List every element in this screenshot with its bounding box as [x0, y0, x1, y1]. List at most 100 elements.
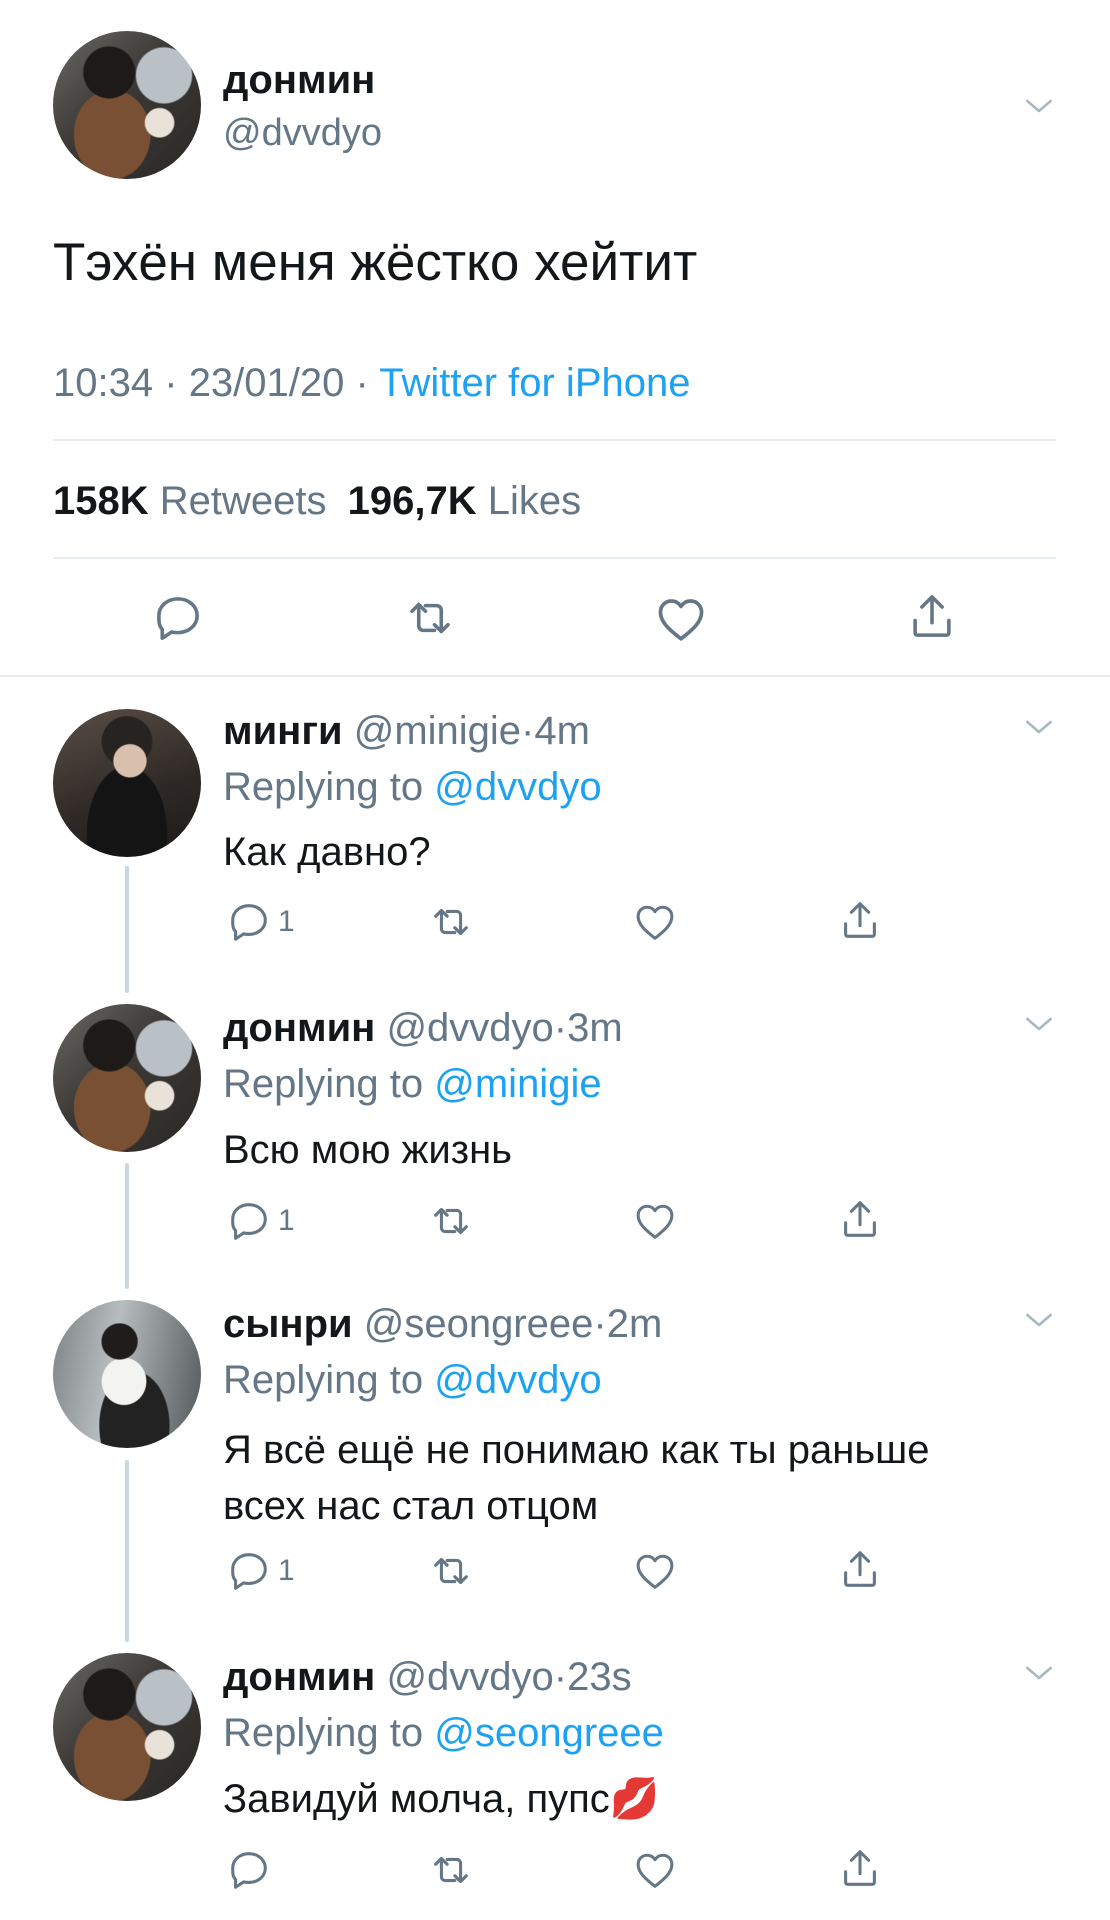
author-name[interactable]: донмин	[223, 1006, 375, 1050]
main-tweet: донмин @dvvdyo Тэхён меня жёстко хейтит …	[0, 0, 1110, 676]
tweet-text: Как давно?	[223, 830, 431, 874]
reply-count: 1	[278, 1554, 295, 1587]
reply-tweet[interactable]: сынри @seongreee·2m Replying to @dvvdyo …	[0, 1300, 1110, 1645]
more-options-button[interactable]	[1019, 707, 1059, 747]
avatar[interactable]	[53, 709, 201, 857]
share-button[interactable]	[837, 1196, 883, 1242]
meta-separator: ·	[593, 1302, 607, 1346]
tweet-text-line: Я всё ещё не понимаю как ты раньше	[223, 1428, 930, 1472]
share-icon	[905, 589, 959, 643]
share-icon	[837, 1546, 883, 1592]
more-options-button[interactable]	[1019, 1300, 1059, 1340]
replying-to: Replying to @dvvdyo	[223, 1356, 602, 1404]
tweet-time: 2m	[606, 1302, 663, 1346]
replying-to-label: Replying to	[223, 1062, 424, 1106]
thread-line	[125, 1163, 129, 1289]
meta-separator: ·	[553, 1655, 568, 1699]
more-options-button[interactable]	[1019, 1004, 1059, 1044]
tweet-text-line: всех нас стал отцом	[223, 1484, 599, 1528]
retweets-count: 158K	[53, 479, 149, 523]
tweet-header: сынри @seongreee·2m	[223, 1300, 662, 1348]
reply-button[interactable]	[226, 1847, 272, 1893]
more-options-button[interactable]	[1019, 86, 1059, 126]
retweet-button[interactable]	[428, 1548, 474, 1594]
share-button[interactable]	[905, 589, 959, 643]
reply-button[interactable]: 1	[226, 899, 295, 945]
like-button[interactable]	[632, 1548, 678, 1594]
share-button[interactable]	[837, 1546, 883, 1592]
chevron-down-icon	[1019, 1300, 1059, 1340]
likes-count: 196,7K	[347, 479, 477, 523]
retweet-icon	[428, 1198, 474, 1244]
like-button[interactable]	[632, 1198, 678, 1244]
like-button[interactable]	[632, 1847, 678, 1893]
author-handle[interactable]: @minigie	[354, 709, 521, 753]
author-handle[interactable]: @dvvdyo	[386, 1655, 553, 1699]
author-handle[interactable]: @seongreee	[364, 1302, 594, 1346]
author-name[interactable]: минги	[223, 709, 343, 753]
reply-button[interactable]: 1	[226, 1198, 295, 1244]
replying-to: Replying to @minigie	[223, 1060, 602, 1108]
retweet-button[interactable]	[403, 591, 457, 645]
avatar[interactable]	[53, 1300, 201, 1448]
share-button[interactable]	[837, 897, 883, 943]
mention-link[interactable]: @dvvdyo	[434, 1358, 601, 1402]
meta-separator: ·	[164, 361, 178, 405]
reply-button[interactable]	[151, 591, 205, 645]
reply-tweet[interactable]: донмин @dvvdyo·3m Replying to @minigie В…	[0, 1004, 1110, 1300]
replying-to-label: Replying to	[223, 1358, 424, 1402]
retweet-icon	[428, 1847, 474, 1893]
replying-to: Replying to @seongreee	[223, 1709, 664, 1757]
reply-count: 1	[278, 905, 295, 938]
tweet-header: донмин @dvvdyo·3m	[223, 1004, 623, 1052]
tweet-text: Завидуй молча, пупс💋	[223, 1775, 660, 1823]
kiss-mark-emoji: 💋	[609, 1777, 660, 1821]
reply-tweet[interactable]: донмин @dvvdyo·23s Replying to @seongree…	[0, 1653, 1110, 1920]
retweet-button[interactable]	[428, 1198, 474, 1244]
retweet-icon	[428, 1548, 474, 1594]
author-name[interactable]: сынри	[223, 1302, 353, 1346]
tweet-text: Тэхён меня жёстко хейтит	[53, 233, 698, 292]
mention-link[interactable]: @minigie	[434, 1062, 601, 1106]
like-button[interactable]	[653, 591, 709, 647]
tweet-time: 3m	[567, 1006, 623, 1050]
heart-icon	[632, 1847, 678, 1893]
retweet-button[interactable]	[428, 1847, 474, 1893]
reply-icon	[226, 899, 272, 945]
retweet-icon	[428, 899, 474, 945]
chevron-down-icon	[1019, 707, 1059, 747]
heart-icon	[632, 1198, 678, 1244]
retweets-stat[interactable]: 158K Retweets	[53, 479, 338, 523]
retweet-button[interactable]	[428, 899, 474, 945]
reply-icon	[226, 1198, 272, 1244]
likes-stat[interactable]: 196,7K Likes	[348, 479, 582, 523]
tweet-header: донмин @dvvdyo·23s	[223, 1653, 632, 1701]
reply-count: 1	[278, 1204, 295, 1237]
avatar[interactable]	[53, 31, 201, 179]
avatar[interactable]	[53, 1653, 201, 1801]
more-options-button[interactable]	[1019, 1653, 1059, 1693]
tweet-time: 4m	[534, 709, 590, 753]
like-button[interactable]	[632, 899, 678, 945]
author-name[interactable]: донмин	[223, 58, 375, 102]
reply-button[interactable]: 1	[226, 1548, 295, 1594]
reply-icon	[226, 1548, 272, 1594]
replying-to-label: Replying to	[223, 1711, 424, 1755]
reply-tweet[interactable]: минги @minigie·4m Replying to @dvvdyo Ка…	[0, 677, 1110, 977]
tweet-time: 10:34	[53, 361, 154, 405]
share-icon	[837, 897, 883, 943]
replying-to-label: Replying to	[223, 765, 424, 809]
chevron-down-icon	[1019, 1004, 1059, 1044]
share-button[interactable]	[837, 1845, 883, 1891]
author-handle[interactable]: @dvvdyo	[223, 111, 382, 155]
mention-link[interactable]: @dvvdyo	[434, 765, 601, 809]
heart-icon	[632, 899, 678, 945]
avatar[interactable]	[53, 1004, 201, 1152]
retweets-label: Retweets	[159, 479, 327, 523]
author-name[interactable]: донмин	[223, 1655, 375, 1699]
thread-line	[125, 866, 129, 993]
share-icon	[837, 1845, 883, 1891]
tweet-source-link[interactable]: Twitter for iPhone	[379, 361, 690, 405]
mention-link[interactable]: @seongreee	[434, 1711, 664, 1755]
author-handle[interactable]: @dvvdyo	[386, 1006, 553, 1050]
